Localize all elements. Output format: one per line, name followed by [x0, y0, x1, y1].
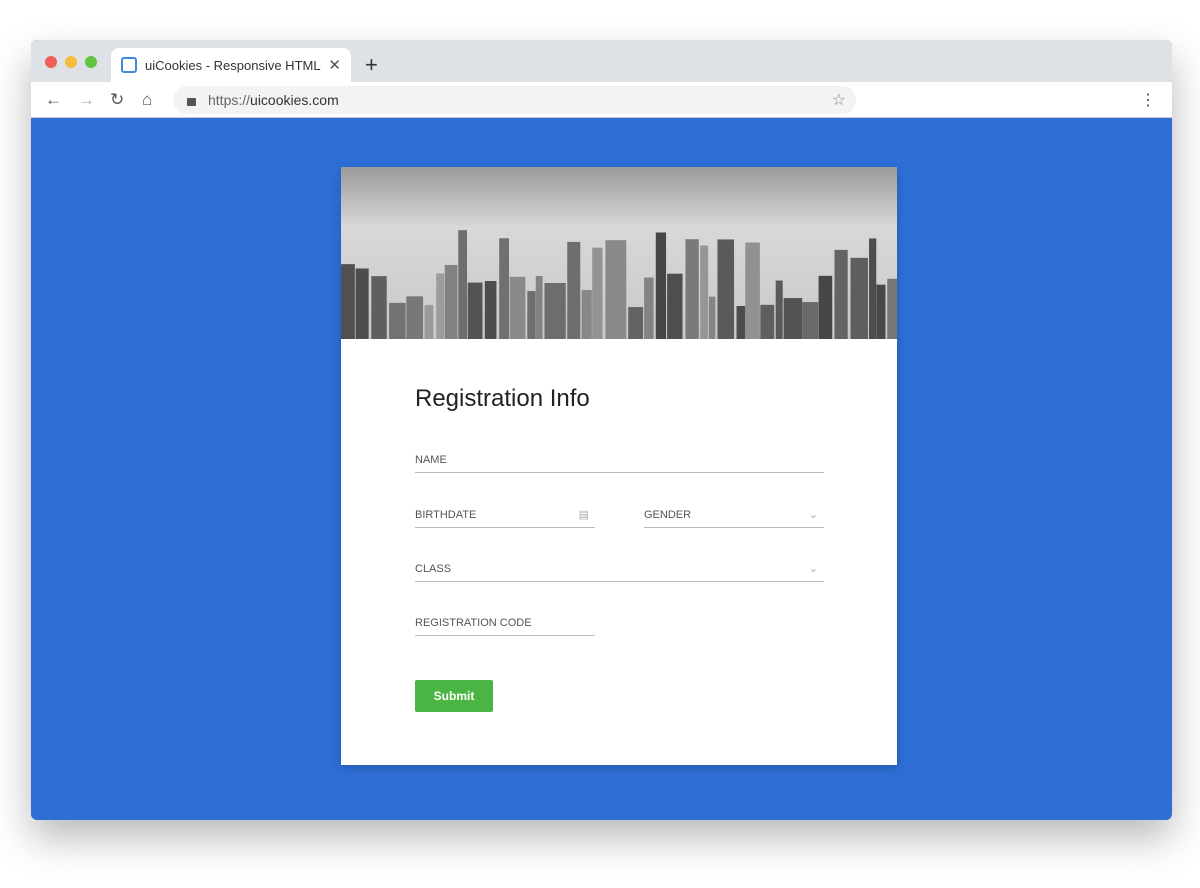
- lock-icon: [187, 98, 196, 106]
- building-shape: [876, 284, 886, 339]
- back-icon[interactable]: ←: [45, 90, 62, 110]
- gender-label: GENDER: [644, 508, 692, 521]
- building-shape: [567, 241, 581, 339]
- registration-code-input[interactable]: REGISTRATION CODE: [415, 610, 595, 636]
- birthdate-input[interactable]: BIRTHDATE ▤: [415, 502, 595, 528]
- birthdate-label: BIRTHDATE: [415, 508, 477, 521]
- class-label: CLASS: [415, 562, 452, 575]
- url-input[interactable]: https://uicookies.com ☆: [173, 86, 856, 114]
- building-shape: [783, 298, 803, 339]
- building-shape: [592, 247, 603, 339]
- address-bar: ← → ↻ ⌂ https://uicookies.com ☆ ⋮: [31, 82, 1172, 118]
- building-shape: [869, 238, 877, 339]
- building-shape: [708, 296, 716, 339]
- building-shape: [458, 230, 468, 339]
- city-skyline-image: [341, 167, 897, 339]
- building-shape: [802, 302, 819, 339]
- building-shape: [444, 264, 458, 339]
- building-shape: [887, 278, 897, 339]
- star-icon[interactable]: ☆: [832, 90, 846, 110]
- chevron-down-icon: ⌄: [808, 563, 818, 575]
- building-shape: [389, 302, 406, 339]
- building-shape: [355, 268, 369, 339]
- browser-tab[interactable]: uiCookies - Responsive HTML ✕: [111, 48, 351, 82]
- name-label: NAME: [415, 453, 447, 466]
- building-shape: [760, 304, 775, 339]
- building-shape: [745, 242, 760, 339]
- reload-icon[interactable]: ↻: [110, 90, 124, 110]
- url-prefix: https://: [208, 92, 251, 108]
- building-shape: [628, 307, 644, 339]
- submit-button[interactable]: Submit: [415, 680, 493, 712]
- building-shape: [644, 277, 654, 339]
- close-window-button[interactable]: [45, 56, 57, 68]
- building-shape: [717, 239, 735, 339]
- building-shape: [655, 232, 667, 339]
- menu-icon[interactable]: ⋮: [1140, 90, 1156, 110]
- building-shape: [818, 275, 833, 339]
- building-shape: [850, 257, 868, 339]
- building-shape: [775, 280, 783, 339]
- building-shape: [736, 306, 746, 339]
- calendar-icon[interactable]: ▤: [579, 508, 589, 521]
- registration-card: Registration Info NAME BIRTHDATE ▤ GENDER…: [341, 167, 897, 765]
- chevron-down-icon: ⌄: [808, 509, 818, 521]
- forward-icon[interactable]: →: [78, 90, 95, 110]
- form-title: Registration Info: [415, 385, 590, 412]
- gender-select[interactable]: GENDER ⌄: [644, 502, 824, 528]
- building-shape: [467, 282, 483, 339]
- favicon-icon: [121, 57, 137, 73]
- building-shape: [371, 276, 387, 339]
- building-shape: [685, 239, 699, 339]
- building-shape: [605, 240, 627, 339]
- tab-title: uiCookies - Responsive HTML: [145, 57, 321, 73]
- name-input[interactable]: NAME: [415, 447, 824, 473]
- class-select[interactable]: CLASS ⌄: [415, 556, 824, 582]
- registration-code-label: REGISTRATION CODE: [415, 616, 532, 629]
- building-shape: [667, 273, 683, 339]
- building-shape: [535, 276, 543, 339]
- building-shape: [499, 238, 510, 339]
- building-shape: [700, 245, 709, 339]
- maximize-window-button[interactable]: [85, 56, 97, 68]
- tab-bar: uiCookies - Responsive HTML ✕ +: [31, 40, 1172, 82]
- building-shape: [484, 280, 497, 339]
- building-shape: [509, 276, 526, 339]
- close-tab-icon[interactable]: ✕: [328, 56, 341, 74]
- building-shape: [527, 291, 536, 339]
- building-shape: [834, 249, 848, 339]
- building-shape: [544, 283, 566, 339]
- home-icon[interactable]: ⌂: [142, 90, 152, 110]
- building-shape: [581, 290, 592, 339]
- building-shape: [406, 296, 424, 339]
- url-domain: uicookies.com: [250, 92, 339, 108]
- building-shape: [436, 273, 445, 339]
- new-tab-icon[interactable]: +: [365, 52, 378, 78]
- building-shape: [341, 264, 355, 339]
- minimize-window-button[interactable]: [65, 56, 77, 68]
- browser-window: uiCookies - Responsive HTML ✕ + ← → ↻ ⌂ …: [31, 40, 1172, 820]
- building-shape: [424, 304, 434, 339]
